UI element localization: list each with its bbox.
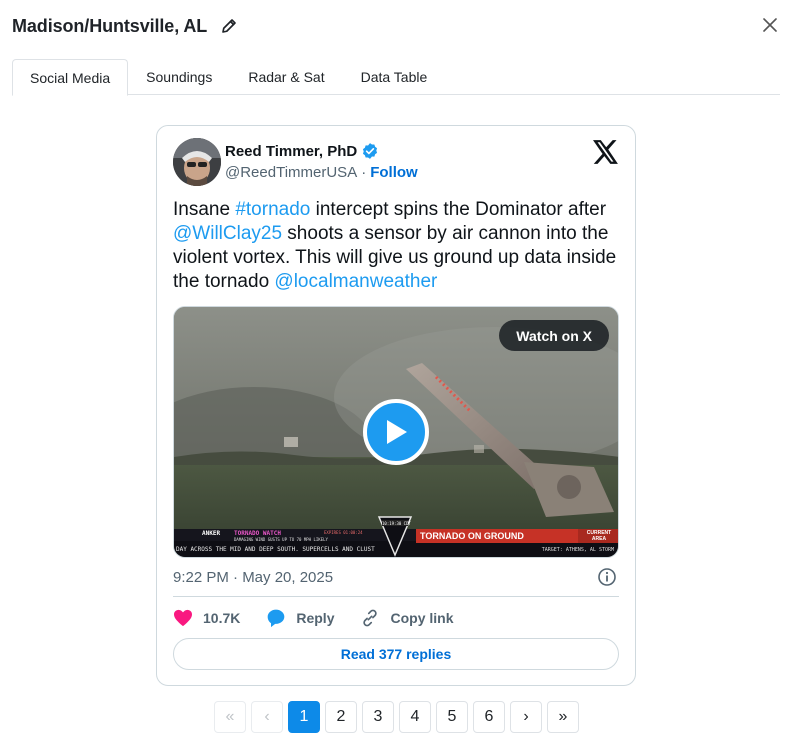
prev-page-button[interactable]: ‹ [251,701,283,733]
mention-link[interactable]: @localmanweather [274,271,437,292]
ticker-target: TARGET: ATHENS, AL STORM [541,547,614,553]
pencil-icon[interactable] [219,16,239,36]
page-button-5[interactable]: 5 [436,701,468,733]
handle-separator: · [361,164,367,181]
reply-label: Reply [296,610,335,626]
ticker-brand: ANKER [202,530,221,537]
verified-badge-icon [363,143,378,159]
tweet-actions: 10.7K Reply Copy link [173,606,480,630]
last-page-button[interactable]: » [547,701,579,733]
page-button-1[interactable]: 1 [288,701,320,733]
tab-social-media[interactable]: Social Media [12,59,129,96]
tab-soundings[interactable]: Soundings [128,59,230,95]
ticker-crawl: DAY ACROSS THE MID AND DEEP SOUTH. SUPER… [176,546,375,553]
avatar[interactable] [173,138,221,186]
follow-button[interactable]: Follow [370,164,418,181]
x-logo-icon[interactable] [593,140,619,164]
close-icon[interactable] [761,16,779,34]
next-page-button[interactable]: › [510,701,542,733]
like-button[interactable]: 10.7K [173,608,240,628]
news-ticker: ANKER TORNADO WATCH EXPIRES 01:00:24 DAM… [174,521,618,557]
ticker-tag: CURRENT AREA [586,530,612,542]
tweet-timestamp[interactable]: 9:22 PM · May 20, 2025 [173,569,333,586]
ticker-expires: EXPIRES 01:00:24 [324,530,363,535]
ticker-time: 10:19:30 CDT [382,521,411,526]
ticker-headline: TORNADO ON GROUND [420,531,524,541]
page-button-6[interactable]: 6 [473,701,505,733]
tweet-text-part: Insane [173,199,236,220]
author-handle[interactable]: @ReedTimmerUSA [225,164,357,181]
author-row: Reed Timmer, PhD [225,142,379,160]
video-thumbnail[interactable]: ANKER TORNADO WATCH EXPIRES 01:00:24 DAM… [173,306,619,558]
handle-row: @ReedTimmerUSA · Follow [225,164,418,181]
ticker-watch-detail: DAMAGING WIND GUSTS UP TO 70 MPH LIKELY [234,537,328,542]
mention-link[interactable]: @WillClay25 [173,223,282,244]
watch-on-x-button[interactable]: Watch on X [499,320,609,351]
page-button-2[interactable]: 2 [325,701,357,733]
play-icon [387,420,407,444]
pagination: « ‹ 1 2 3 4 5 6 › » [214,701,584,733]
divider [173,596,619,597]
copy-link-button[interactable]: Copy link [360,608,454,628]
author-name[interactable]: Reed Timmer, PhD [225,143,357,160]
reply-bubble-icon [266,608,286,628]
tab-bar: Social Media Soundings Radar & Sat Data … [12,59,780,96]
header: Madison/Huntsville, AL [12,14,239,38]
page-button-4[interactable]: 4 [399,701,431,733]
tweet-text: Insane #tornado intercept spins the Domi… [173,198,619,294]
reply-button[interactable]: Reply [266,608,334,628]
hashtag-link[interactable]: #tornado [235,199,310,220]
first-page-button[interactable]: « [214,701,246,733]
read-replies-button[interactable]: Read 377 replies [173,638,619,670]
tab-radar-sat[interactable]: Radar & Sat [230,59,342,95]
page-title: Madison/Huntsville, AL [12,15,208,36]
tweet-header: Reed Timmer, PhD @ReedTimmerUSA · Follow [173,138,619,188]
info-icon[interactable] [597,567,617,587]
page-button-3[interactable]: 3 [362,701,394,733]
play-button[interactable] [363,399,429,465]
ticker-watch: TORNADO WATCH [234,530,281,537]
tweet-text-part: intercept spins the Dominator after [310,199,607,220]
like-count: 10.7K [203,610,241,626]
link-icon [360,608,380,628]
copy-link-label: Copy link [390,610,454,626]
heart-icon [173,608,193,628]
tab-data-table[interactable]: Data Table [343,59,446,95]
embedded-tweet: Reed Timmer, PhD @ReedTimmerUSA · Follow… [156,125,636,686]
